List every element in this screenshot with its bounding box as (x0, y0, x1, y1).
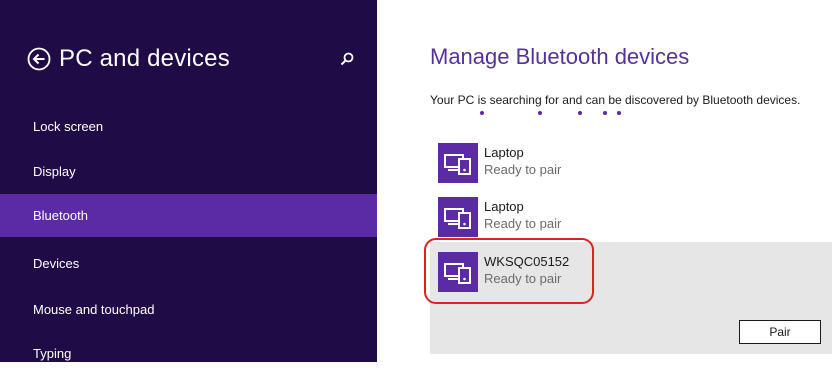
sidebar-item-bluetooth[interactable]: Bluetooth (0, 194, 377, 237)
progress-dot (603, 111, 607, 115)
back-arrow-icon[interactable] (27, 47, 51, 71)
sidebar: PC and devices Lock screen Display Bluet… (0, 0, 377, 362)
device-name: Laptop (484, 145, 524, 160)
pair-button[interactable]: Pair (739, 320, 821, 344)
sidebar-item-mouse-and-touchpad[interactable]: Mouse and touchpad (0, 288, 377, 331)
sidebar-item-label: Typing (33, 346, 72, 361)
progress-dot (617, 111, 621, 115)
progress-dot (480, 111, 484, 115)
sidebar-item-label: Bluetooth (33, 208, 88, 223)
sidebar-item-lock-screen[interactable]: Lock screen (0, 105, 377, 148)
sidebar-item-typing[interactable]: Typing (0, 332, 377, 375)
sidebar-item-label: Lock screen (33, 119, 104, 134)
search-status-text: Your PC is searching for and can be disc… (430, 93, 801, 107)
progress-dot (538, 111, 542, 115)
pc-phone-device-icon (438, 197, 478, 237)
search-icon[interactable] (339, 51, 355, 67)
sidebar-item-label: Devices (33, 256, 80, 271)
sidebar-header: PC and devices (27, 42, 230, 76)
device-name: Laptop (484, 199, 524, 214)
page-title: Manage Bluetooth devices (430, 44, 690, 69)
sidebar-item-display[interactable]: Display (0, 150, 377, 193)
device-status: Ready to pair (484, 162, 562, 177)
sidebar-item-devices[interactable]: Devices (0, 242, 377, 285)
sidebar-item-label: Mouse and touchpad (33, 302, 155, 317)
device-list-item[interactable]: Laptop Ready to pair (438, 143, 668, 183)
device-list-item[interactable]: Laptop Ready to pair (438, 197, 668, 237)
device-status: Ready to pair (484, 216, 562, 231)
annotation-highlight-ring (424, 238, 594, 304)
sidebar-item-label: Display (33, 164, 76, 179)
progress-dot (578, 111, 582, 115)
sidebar-title: PC and devices (59, 45, 230, 72)
pc-phone-device-icon (438, 143, 478, 183)
